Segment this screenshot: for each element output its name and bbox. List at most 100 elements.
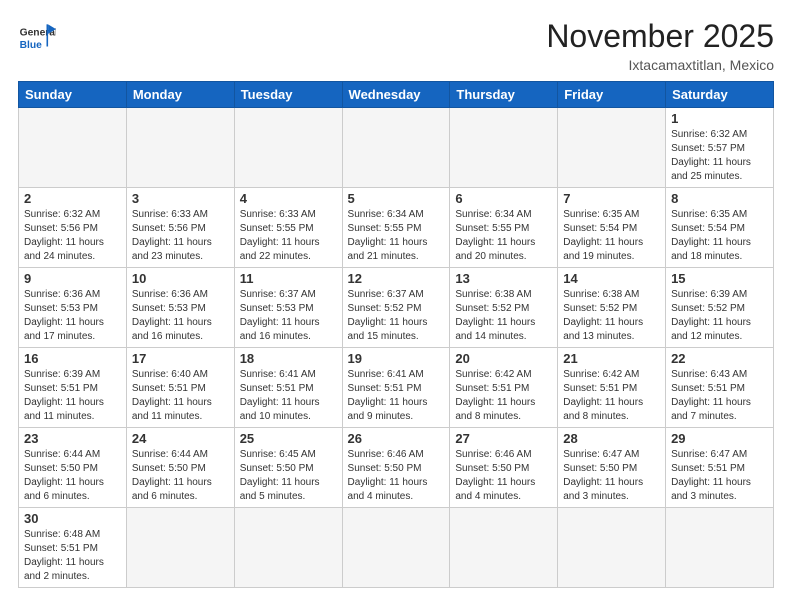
week-row-1: 2Sunrise: 6:32 AM Sunset: 5:56 PM Daylig… xyxy=(19,188,774,268)
title-block: November 2025 Ixtacamaxtitlan, Mexico xyxy=(546,18,774,73)
day-info: Sunrise: 6:41 AM Sunset: 5:51 PM Dayligh… xyxy=(240,368,337,424)
header-saturday: Saturday xyxy=(666,82,774,108)
day-number: 27 xyxy=(455,431,552,446)
day-info: Sunrise: 6:42 AM Sunset: 5:51 PM Dayligh… xyxy=(563,368,660,424)
week-row-2: 9 Sunrise: 6:36 AM Sunset: 5:53 PM Daylig… xyxy=(19,268,774,348)
svg-text:Blue: Blue xyxy=(20,40,43,51)
calendar-cell: 23 Sunrise: 6:44 AM Sunset: 5:50 PM Dayli… xyxy=(19,428,127,508)
calendar-cell: 12 Sunrise: 6:37 AM Sunset: 5:52 PM Dayli… xyxy=(342,268,450,348)
day-info: Sunrise: 6:40 AM Sunset: 5:51 PM Dayligh… xyxy=(132,368,229,424)
day-number: 29 xyxy=(671,431,768,446)
header-thursday: Thursday xyxy=(450,82,558,108)
day-number: 1 xyxy=(671,111,768,126)
day-number: 14 xyxy=(563,271,660,286)
day-number: 6 xyxy=(455,191,552,206)
day-info: Sunrise: 6:39 AM Sunset: 5:52 PM Dayligh… xyxy=(671,288,768,344)
calendar-cell: 1 Sunrise: 6:32 AM Sunset: 5:57 PM Daylig… xyxy=(666,108,774,188)
day-number: 13 xyxy=(455,271,552,286)
calendar-cell: 24Sunrise: 6:44 AM Sunset: 5:50 PM Dayli… xyxy=(126,428,234,508)
day-info: Sunrise: 6:39 AM Sunset: 5:51 PM Dayligh… xyxy=(24,368,121,424)
day-info: Sunrise: 6:36 AM Sunset: 5:53 PM Dayligh… xyxy=(132,288,229,344)
day-number: 4 xyxy=(240,191,337,206)
calendar-cell xyxy=(19,108,127,188)
general-blue-icon: General Blue xyxy=(18,18,56,56)
calendar-cell xyxy=(126,108,234,188)
day-info: Sunrise: 6:37 AM Sunset: 5:53 PM Dayligh… xyxy=(240,288,337,344)
day-number: 17 xyxy=(132,351,229,366)
day-info: Sunrise: 6:36 AM Sunset: 5:53 PM Dayligh… xyxy=(24,288,121,344)
calendar-cell: 30 Sunrise: 6:48 AM Sunset: 5:51 PM Dayli… xyxy=(19,508,127,588)
calendar-cell xyxy=(342,508,450,588)
day-number: 30 xyxy=(24,511,121,526)
day-info: Sunrise: 6:44 AM Sunset: 5:50 PM Dayligh… xyxy=(132,448,229,504)
day-info: Sunrise: 6:45 AM Sunset: 5:50 PM Dayligh… xyxy=(240,448,337,504)
calendar-cell: 25Sunrise: 6:45 AM Sunset: 5:50 PM Dayli… xyxy=(234,428,342,508)
day-number: 18 xyxy=(240,351,337,366)
day-number: 2 xyxy=(24,191,121,206)
calendar-cell xyxy=(234,108,342,188)
calendar: Sunday Monday Tuesday Wednesday Thursday… xyxy=(18,81,774,588)
day-info: Sunrise: 6:46 AM Sunset: 5:50 PM Dayligh… xyxy=(348,448,445,504)
day-info: Sunrise: 6:37 AM Sunset: 5:52 PM Dayligh… xyxy=(348,288,445,344)
header-tuesday: Tuesday xyxy=(234,82,342,108)
week-row-3: 16 Sunrise: 6:39 AM Sunset: 5:51 PM Dayli… xyxy=(19,348,774,428)
calendar-cell: 20Sunrise: 6:42 AM Sunset: 5:51 PM Dayli… xyxy=(450,348,558,428)
calendar-cell: 10Sunrise: 6:36 AM Sunset: 5:53 PM Dayli… xyxy=(126,268,234,348)
calendar-cell: 2Sunrise: 6:32 AM Sunset: 5:56 PM Daylig… xyxy=(19,188,127,268)
calendar-cell: 21 Sunrise: 6:42 AM Sunset: 5:51 PM Dayli… xyxy=(558,348,666,428)
calendar-body: 1 Sunrise: 6:32 AM Sunset: 5:57 PM Daylig… xyxy=(19,108,774,588)
day-number: 16 xyxy=(24,351,121,366)
calendar-cell: 5 Sunrise: 6:34 AM Sunset: 5:55 PM Daylig… xyxy=(342,188,450,268)
day-info: Sunrise: 6:38 AM Sunset: 5:52 PM Dayligh… xyxy=(455,288,552,344)
week-row-0: 1 Sunrise: 6:32 AM Sunset: 5:57 PM Daylig… xyxy=(19,108,774,188)
calendar-cell: 11 Sunrise: 6:37 AM Sunset: 5:53 PM Dayli… xyxy=(234,268,342,348)
day-number: 9 xyxy=(24,271,121,286)
day-info: Sunrise: 6:32 AM Sunset: 5:57 PM Dayligh… xyxy=(671,128,768,184)
day-info: Sunrise: 6:33 AM Sunset: 5:56 PM Dayligh… xyxy=(132,208,229,264)
calendar-cell: 27 Sunrise: 6:46 AM Sunset: 5:50 PM Dayli… xyxy=(450,428,558,508)
calendar-cell: 13 Sunrise: 6:38 AM Sunset: 5:52 PM Dayli… xyxy=(450,268,558,348)
day-number: 23 xyxy=(24,431,121,446)
day-info: Sunrise: 6:47 AM Sunset: 5:51 PM Dayligh… xyxy=(671,448,768,504)
day-info: Sunrise: 6:46 AM Sunset: 5:50 PM Dayligh… xyxy=(455,448,552,504)
calendar-cell: 19Sunrise: 6:41 AM Sunset: 5:51 PM Dayli… xyxy=(342,348,450,428)
days-header-row: Sunday Monday Tuesday Wednesday Thursday… xyxy=(19,82,774,108)
day-info: Sunrise: 6:41 AM Sunset: 5:51 PM Dayligh… xyxy=(348,368,445,424)
calendar-cell: 26Sunrise: 6:46 AM Sunset: 5:50 PM Dayli… xyxy=(342,428,450,508)
calendar-cell: 17 Sunrise: 6:40 AM Sunset: 5:51 PM Dayli… xyxy=(126,348,234,428)
calendar-cell: 3Sunrise: 6:33 AM Sunset: 5:56 PM Daylig… xyxy=(126,188,234,268)
calendar-cell: 28Sunrise: 6:47 AM Sunset: 5:50 PM Dayli… xyxy=(558,428,666,508)
day-number: 20 xyxy=(455,351,552,366)
calendar-cell: 7 Sunrise: 6:35 AM Sunset: 5:54 PM Daylig… xyxy=(558,188,666,268)
day-number: 21 xyxy=(563,351,660,366)
week-row-4: 23 Sunrise: 6:44 AM Sunset: 5:50 PM Dayli… xyxy=(19,428,774,508)
calendar-cell xyxy=(450,108,558,188)
calendar-cell: 8 Sunrise: 6:35 AM Sunset: 5:54 PM Daylig… xyxy=(666,188,774,268)
calendar-cell: 4 Sunrise: 6:33 AM Sunset: 5:55 PM Daylig… xyxy=(234,188,342,268)
day-info: Sunrise: 6:44 AM Sunset: 5:50 PM Dayligh… xyxy=(24,448,121,504)
day-info: Sunrise: 6:33 AM Sunset: 5:55 PM Dayligh… xyxy=(240,208,337,264)
header-wednesday: Wednesday xyxy=(342,82,450,108)
day-number: 12 xyxy=(348,271,445,286)
calendar-cell xyxy=(450,508,558,588)
day-info: Sunrise: 6:38 AM Sunset: 5:52 PM Dayligh… xyxy=(563,288,660,344)
calendar-cell: 9 Sunrise: 6:36 AM Sunset: 5:53 PM Daylig… xyxy=(19,268,127,348)
day-number: 7 xyxy=(563,191,660,206)
calendar-cell xyxy=(126,508,234,588)
day-number: 15 xyxy=(671,271,768,286)
day-info: Sunrise: 6:35 AM Sunset: 5:54 PM Dayligh… xyxy=(671,208,768,264)
logo: General Blue xyxy=(18,18,56,56)
location: Ixtacamaxtitlan, Mexico xyxy=(546,57,774,73)
day-info: Sunrise: 6:34 AM Sunset: 5:55 PM Dayligh… xyxy=(348,208,445,264)
calendar-cell xyxy=(342,108,450,188)
header: General Blue November 2025 Ixtacamaxtitl… xyxy=(18,18,774,73)
page: General Blue November 2025 Ixtacamaxtitl… xyxy=(0,0,792,598)
calendar-cell xyxy=(234,508,342,588)
header-friday: Friday xyxy=(558,82,666,108)
day-info: Sunrise: 6:48 AM Sunset: 5:51 PM Dayligh… xyxy=(24,528,121,584)
day-number: 5 xyxy=(348,191,445,206)
day-info: Sunrise: 6:35 AM Sunset: 5:54 PM Dayligh… xyxy=(563,208,660,264)
day-number: 11 xyxy=(240,271,337,286)
day-number: 22 xyxy=(671,351,768,366)
day-number: 8 xyxy=(671,191,768,206)
